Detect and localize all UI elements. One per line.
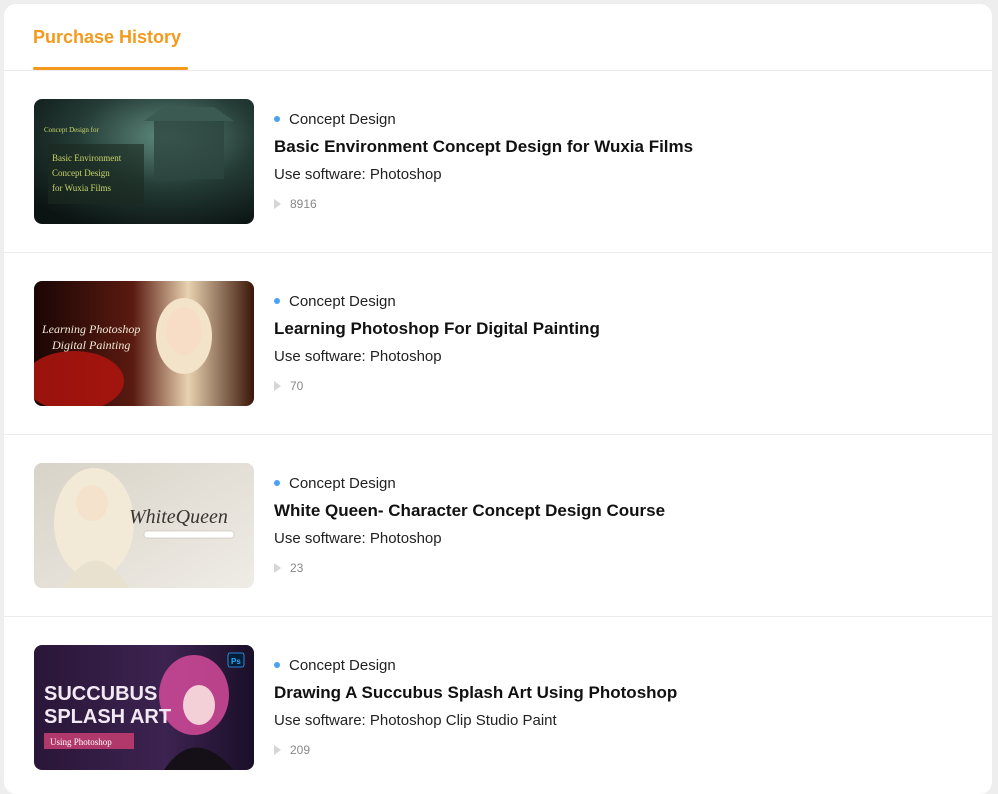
thumb-title-line: SUCCUBUS (44, 683, 157, 705)
course-category: Concept Design (274, 473, 665, 493)
course-row: WhiteQueen Concept Design White Queen- C… (4, 435, 992, 617)
thumb-title-line: Using Photoshop (50, 737, 112, 747)
play-icon (274, 381, 281, 391)
category-dot-icon (274, 662, 280, 668)
play-icon (274, 563, 281, 573)
thumb-title-line: SPLASH ART (44, 706, 171, 728)
play-count-value: 23 (290, 561, 304, 575)
course-thumbnail[interactable]: Learning Photoshop Digital Painting (34, 281, 254, 406)
ps-badge-icon: Ps (231, 657, 241, 666)
play-count-value: 209 (290, 743, 311, 757)
course-category: Concept Design (274, 655, 677, 675)
play-icon (274, 745, 281, 755)
course-title[interactable]: White Queen- Character Concept Design Co… (274, 501, 665, 521)
course-info: Concept Design White Queen- Character Co… (274, 473, 665, 575)
tab-active-underline (33, 67, 188, 70)
course-play-count: 8916 (274, 197, 693, 211)
category-label: Concept Design (289, 292, 396, 310)
course-thumbnail[interactable]: Concept Design for Basic Environment Con… (34, 99, 254, 224)
course-info: Concept Design Learning Photoshop For Di… (274, 291, 600, 393)
category-dot-icon (274, 116, 280, 122)
thumb-title-line: Concept Design (52, 168, 110, 178)
thumb-title-line: Digital Painting (51, 338, 130, 352)
category-label: Concept Design (289, 656, 396, 674)
play-count-value: 8916 (290, 197, 317, 211)
category-dot-icon (274, 298, 280, 304)
course-thumbnail[interactable]: WhiteQueen (34, 463, 254, 588)
course-title[interactable]: Drawing A Succubus Splash Art Using Phot… (274, 683, 677, 703)
play-icon (274, 199, 281, 209)
thumb-tag-text: Concept Design for (44, 126, 99, 134)
thumb-title-line: Basic Environment (52, 153, 122, 163)
course-title[interactable]: Basic Environment Concept Design for Wux… (274, 137, 693, 157)
course-thumbnail[interactable]: Ps SUCCUBUS SPLASH ART Using Photoshop (34, 645, 254, 770)
course-software: Use software: Photoshop (274, 166, 442, 183)
course-row: Concept Design for Basic Environment Con… (4, 71, 992, 253)
tab-purchase-history[interactable]: Purchase History (33, 27, 181, 48)
thumb-title-line: WhiteQueen (129, 506, 228, 528)
course-software: Use software: Photoshop Clip Studio Pain… (274, 712, 557, 729)
course-play-count: 23 (274, 561, 665, 575)
course-title[interactable]: Learning Photoshop For Digital Painting (274, 319, 600, 339)
course-info: Concept Design Basic Environment Concept… (274, 109, 693, 211)
thumb-title-line: for Wuxia Films (52, 183, 111, 193)
thumb-title-line: Learning Photoshop (41, 322, 140, 336)
course-category: Concept Design (274, 109, 693, 129)
category-label: Concept Design (289, 474, 396, 492)
purchase-history-panel: Purchase History Concept Design for Basi… (4, 4, 992, 794)
course-row: Learning Photoshop Digital Painting Conc… (4, 253, 992, 435)
course-software: Use software: Photoshop (274, 530, 442, 547)
course-category: Concept Design (274, 291, 600, 311)
course-row: Ps SUCCUBUS SPLASH ART Using Photoshop C… (4, 617, 992, 794)
category-label: Concept Design (289, 110, 396, 128)
course-play-count: 70 (274, 379, 600, 393)
course-play-count: 209 (274, 743, 677, 757)
panel-header: Purchase History (4, 4, 992, 71)
course-list: Concept Design for Basic Environment Con… (4, 71, 992, 794)
play-count-value: 70 (290, 379, 304, 393)
course-info: Concept Design Drawing A Succubus Splash… (274, 655, 677, 757)
category-dot-icon (274, 480, 280, 486)
course-software: Use software: Photoshop (274, 348, 442, 365)
